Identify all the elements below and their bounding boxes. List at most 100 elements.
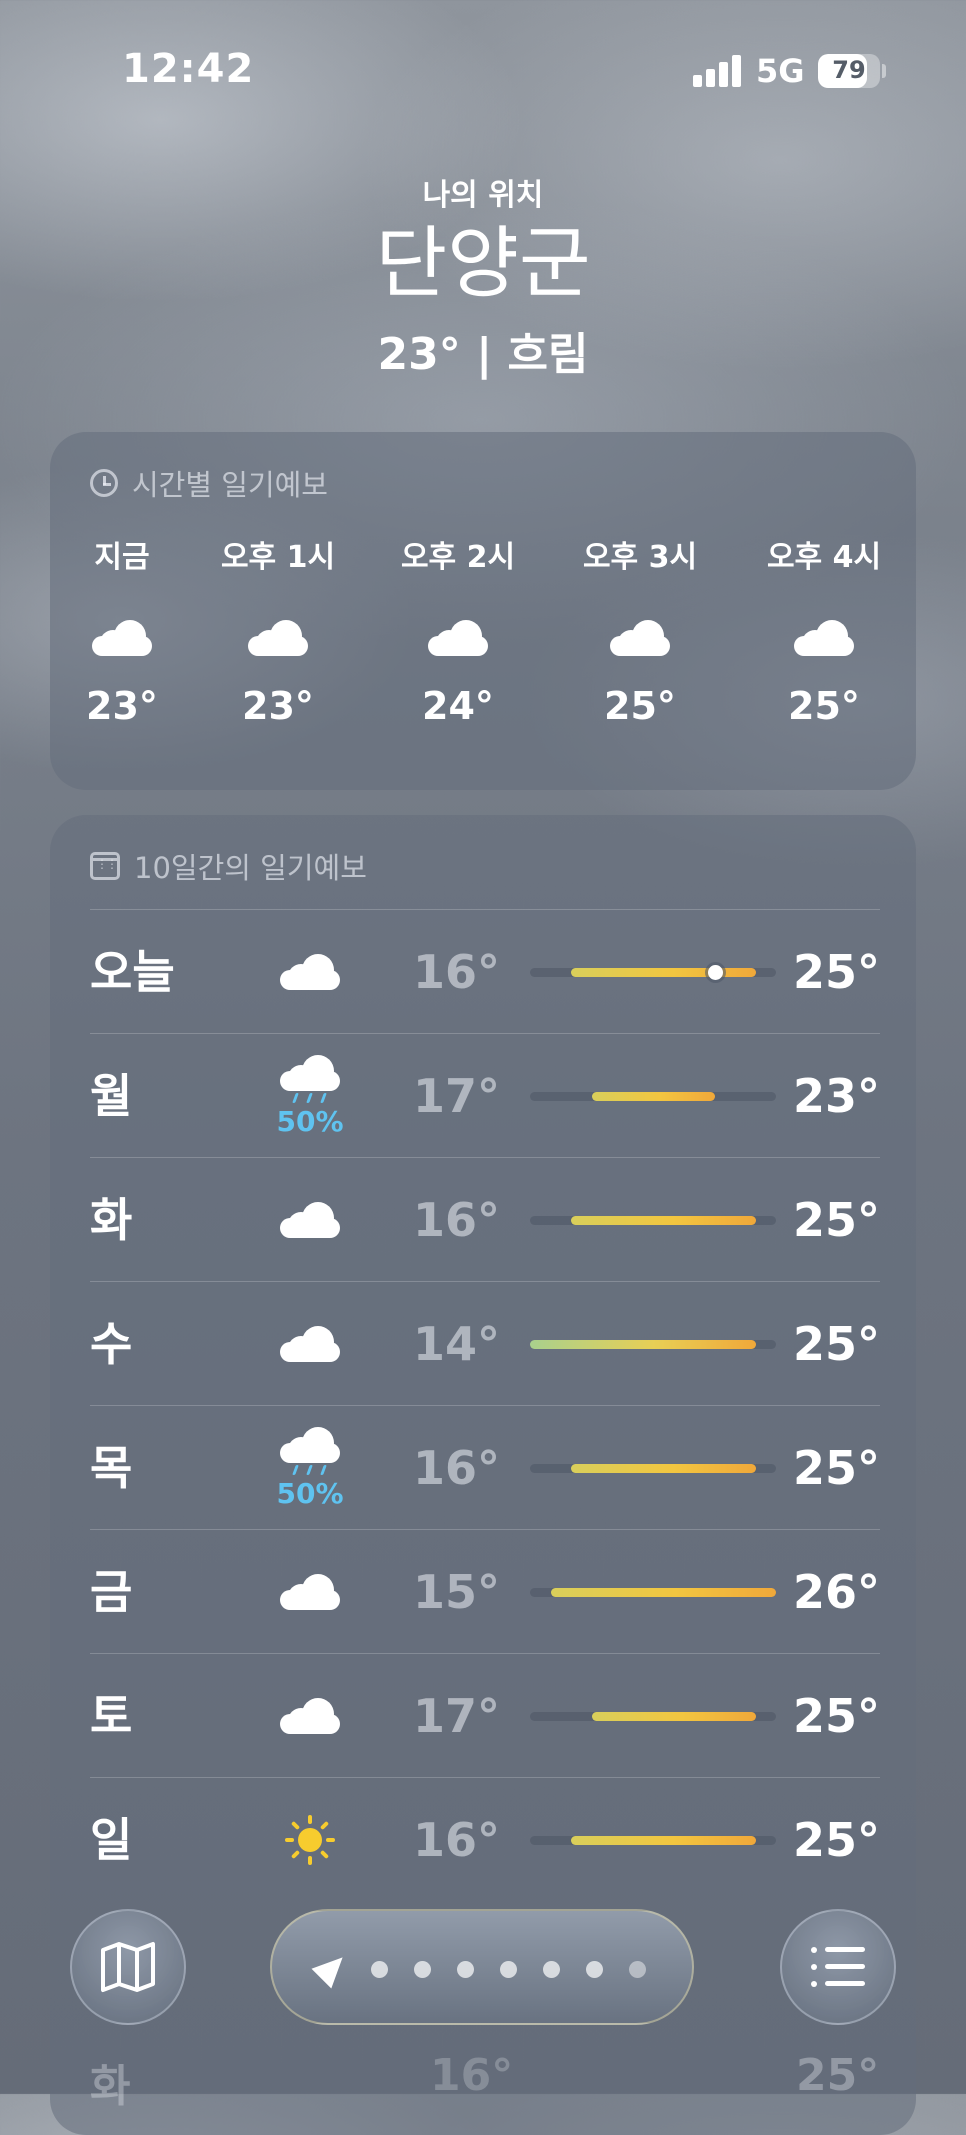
page-dot[interactable] bbox=[500, 1961, 517, 1978]
high-temp: 25° bbox=[792, 1689, 880, 1743]
current-temp-marker bbox=[707, 965, 723, 980]
location-list-button[interactable] bbox=[780, 1909, 896, 2025]
day-weather: 50% bbox=[270, 1034, 350, 1158]
hourly-list[interactable]: 지금 23° 오후 1시 23° 오후 2시 24° 오후 3시 25° 오후 4시 25° bbox=[50, 532, 916, 772]
map-button[interactable] bbox=[70, 1909, 186, 2025]
high-temp: 25° bbox=[792, 1441, 880, 1495]
day-weather bbox=[270, 1158, 350, 1282]
cloud-icon bbox=[248, 620, 308, 656]
temp-range-bar bbox=[571, 1464, 756, 1473]
temp-range-track bbox=[530, 1464, 776, 1473]
temp-range-track bbox=[530, 1836, 776, 1845]
temp-range-bar bbox=[550, 1588, 776, 1597]
low-temp: 16° bbox=[412, 945, 500, 999]
cloud-icon bbox=[280, 1326, 340, 1362]
location-header: 나의 위치 단양군 23° | 흐림 bbox=[0, 170, 966, 382]
day-label: 수 bbox=[90, 1317, 133, 1371]
hourly-item: 오후 2시 24° bbox=[378, 532, 538, 728]
temp-range-track bbox=[530, 1216, 776, 1225]
map-icon bbox=[101, 1942, 155, 1992]
hourly-item: 오후 3시 25° bbox=[560, 532, 720, 728]
high-temp: 23° bbox=[792, 1069, 880, 1123]
hour-label: 오후 4시 bbox=[766, 540, 882, 575]
battery-icon: 79 bbox=[818, 54, 880, 88]
cloud-icon bbox=[280, 954, 340, 990]
daily-row[interactable]: 토 17° 25° bbox=[90, 1653, 880, 1778]
daily-row[interactable]: 금 15° 26° bbox=[90, 1529, 880, 1654]
low-temp: 17° bbox=[412, 1069, 500, 1123]
page-dot[interactable] bbox=[371, 1961, 388, 1978]
hour-temp: 24° bbox=[422, 684, 494, 728]
peek-high: 25° bbox=[796, 2050, 880, 2101]
cloud-icon bbox=[428, 620, 488, 656]
page-dot[interactable] bbox=[586, 1961, 603, 1978]
temp-range-bar bbox=[530, 1340, 756, 1349]
battery-level: 79 bbox=[832, 56, 866, 84]
rain-cloud-icon bbox=[280, 1054, 340, 1103]
high-temp: 25° bbox=[792, 1317, 880, 1371]
hour-temp: 25° bbox=[788, 684, 860, 728]
calendar-icon bbox=[90, 852, 120, 880]
daily-row[interactable]: 화 16° 25° bbox=[90, 1157, 880, 1282]
low-temp: 14° bbox=[412, 1317, 500, 1371]
cloud-icon bbox=[280, 1202, 340, 1238]
high-temp: 25° bbox=[792, 945, 880, 999]
sun-icon bbox=[285, 1815, 335, 1865]
peek-low: 16° bbox=[430, 2050, 514, 2101]
day-weather bbox=[270, 1778, 350, 1902]
battery-tip bbox=[882, 64, 886, 78]
day-label: 토 bbox=[90, 1689, 133, 1743]
daily-row[interactable]: 오늘 16° 25° bbox=[90, 909, 880, 1034]
hourly-forecast-title: 시간별 일기예보 bbox=[132, 468, 328, 502]
temp-range-bar bbox=[571, 968, 756, 977]
high-temp: 25° bbox=[792, 1813, 880, 1867]
peek-day: 화 bbox=[90, 2061, 131, 2112]
temp-range-bar bbox=[591, 1092, 715, 1101]
temp-range-bar bbox=[591, 1712, 756, 1721]
page-dot[interactable] bbox=[457, 1961, 474, 1978]
hourly-item: 오후 4시 25° bbox=[744, 532, 904, 728]
day-weather bbox=[270, 1282, 350, 1406]
page-dot[interactable] bbox=[629, 1961, 646, 1978]
precip-chance: 50% bbox=[276, 1476, 344, 1510]
page-dot[interactable] bbox=[414, 1961, 431, 1978]
day-label: 일 bbox=[90, 1813, 133, 1867]
precip-chance: 50% bbox=[276, 1104, 344, 1138]
low-temp: 16° bbox=[412, 1441, 500, 1495]
day-label: 목 bbox=[90, 1441, 133, 1495]
cloud-icon bbox=[92, 620, 152, 656]
day-label: 화 bbox=[90, 1193, 133, 1247]
daily-row[interactable]: 목 50% 16° 25° bbox=[90, 1405, 880, 1530]
cloud-icon bbox=[794, 620, 854, 656]
page-dot[interactable] bbox=[543, 1961, 560, 1978]
low-temp: 17° bbox=[412, 1689, 500, 1743]
hour-label: 오후 3시 bbox=[582, 540, 698, 575]
day-weather bbox=[270, 910, 350, 1034]
temp-range-bar bbox=[571, 1216, 756, 1225]
hour-temp: 23° bbox=[86, 684, 158, 728]
daily-row[interactable]: 일 16° 25° bbox=[90, 1777, 880, 1902]
daily-row[interactable]: 월 50% 17° 23° bbox=[90, 1033, 880, 1158]
temp-range-track bbox=[530, 965, 776, 980]
temp-range-track bbox=[530, 1712, 776, 1721]
hour-label: 오후 1시 bbox=[220, 540, 336, 575]
hourly-forecast-card[interactable]: 시간별 일기예보 지금 23° 오후 1시 23° 오후 2시 24° 오후 3시 25° 오후… bbox=[50, 432, 916, 790]
daily-row[interactable]: 수 14° 25° bbox=[90, 1281, 880, 1406]
rain-cloud-icon bbox=[280, 1426, 340, 1475]
hourly-forecast-header: 시간별 일기예보 bbox=[90, 462, 328, 504]
daily-forecast-title: 10일간의 일기예보 bbox=[134, 851, 367, 885]
low-temp: 16° bbox=[412, 1813, 500, 1867]
high-temp: 25° bbox=[792, 1193, 880, 1247]
location-pager[interactable] bbox=[270, 1909, 694, 2025]
day-label: 월 bbox=[90, 1069, 133, 1123]
temp-range-track bbox=[530, 1092, 776, 1101]
hour-label: 지금 bbox=[94, 540, 150, 575]
city-name: 단양군 bbox=[375, 219, 591, 309]
list-icon bbox=[811, 1947, 865, 1987]
cloud-icon bbox=[280, 1426, 340, 1463]
network-type: 5G bbox=[756, 52, 805, 90]
cloud-icon bbox=[280, 1054, 340, 1091]
hour-temp: 23° bbox=[242, 684, 314, 728]
daily-forecast-header: 10일간의 일기예보 bbox=[90, 845, 367, 887]
temp-range-bar bbox=[571, 1836, 756, 1845]
